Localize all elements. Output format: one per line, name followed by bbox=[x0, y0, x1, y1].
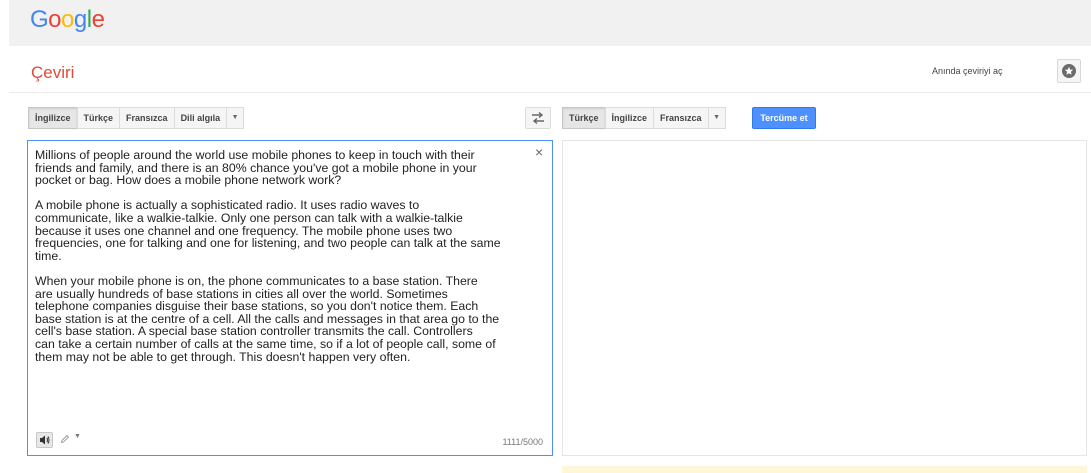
swap-languages-button[interactable] bbox=[525, 107, 551, 129]
target-tab-english[interactable]: İngilizce bbox=[604, 107, 655, 129]
chevron-down-icon[interactable]: ▼ bbox=[74, 433, 81, 440]
clear-source-button[interactable]: × bbox=[535, 145, 543, 159]
target-tab-french[interactable]: Fransızca bbox=[653, 107, 709, 129]
header-divider bbox=[9, 92, 1091, 93]
source-tab-detect-language[interactable]: Dili algıla bbox=[173, 107, 228, 129]
translation-output-area bbox=[562, 140, 1087, 456]
source-language-bar: İngilizce Türkçe Fransızca Dili algıla ▼ bbox=[28, 107, 245, 129]
source-text-area[interactable]: Millions of people around the world use … bbox=[27, 140, 553, 456]
swap-languages-icon bbox=[532, 111, 544, 125]
chevron-down-icon: ▼ bbox=[231, 114, 239, 121]
logo-letter: o bbox=[48, 6, 62, 33]
character-count: 1111/5000 bbox=[502, 437, 543, 447]
starred-button[interactable] bbox=[1057, 59, 1081, 83]
star-icon bbox=[1062, 64, 1076, 78]
listen-button[interactable] bbox=[36, 432, 53, 448]
top-bar: Google bbox=[9, 0, 1091, 46]
source-language-dropdown[interactable]: ▼ bbox=[226, 107, 245, 129]
source-tab-french[interactable]: Fransızca bbox=[119, 107, 175, 129]
translate-button[interactable]: Tercüme et bbox=[752, 107, 816, 129]
notice-strip bbox=[562, 466, 1087, 473]
instant-translation-toggle[interactable]: Anında çeviriyi aç bbox=[932, 66, 1003, 76]
logo-letter: o bbox=[61, 6, 74, 33]
google-logo[interactable]: Google bbox=[30, 6, 105, 34]
target-tab-turkish[interactable]: Türkçe bbox=[562, 107, 606, 129]
speaker-icon bbox=[40, 435, 50, 445]
source-tab-turkish[interactable]: Türkçe bbox=[76, 107, 121, 129]
page-title: Çeviri bbox=[31, 63, 75, 82]
target-language-dropdown[interactable]: ▼ bbox=[707, 107, 726, 129]
logo-letter: g bbox=[73, 6, 87, 33]
target-language-bar: Türkçe İngilizce Fransızca ▼ bbox=[562, 107, 726, 129]
source-text[interactable]: Millions of people around the world use … bbox=[35, 149, 535, 363]
chevron-down-icon: ▼ bbox=[713, 114, 721, 121]
source-tab-english[interactable]: İngilizce bbox=[28, 107, 78, 129]
logo-letter: e bbox=[91, 6, 105, 33]
logo-letter: G bbox=[30, 6, 49, 33]
pencil-icon[interactable] bbox=[60, 434, 70, 444]
